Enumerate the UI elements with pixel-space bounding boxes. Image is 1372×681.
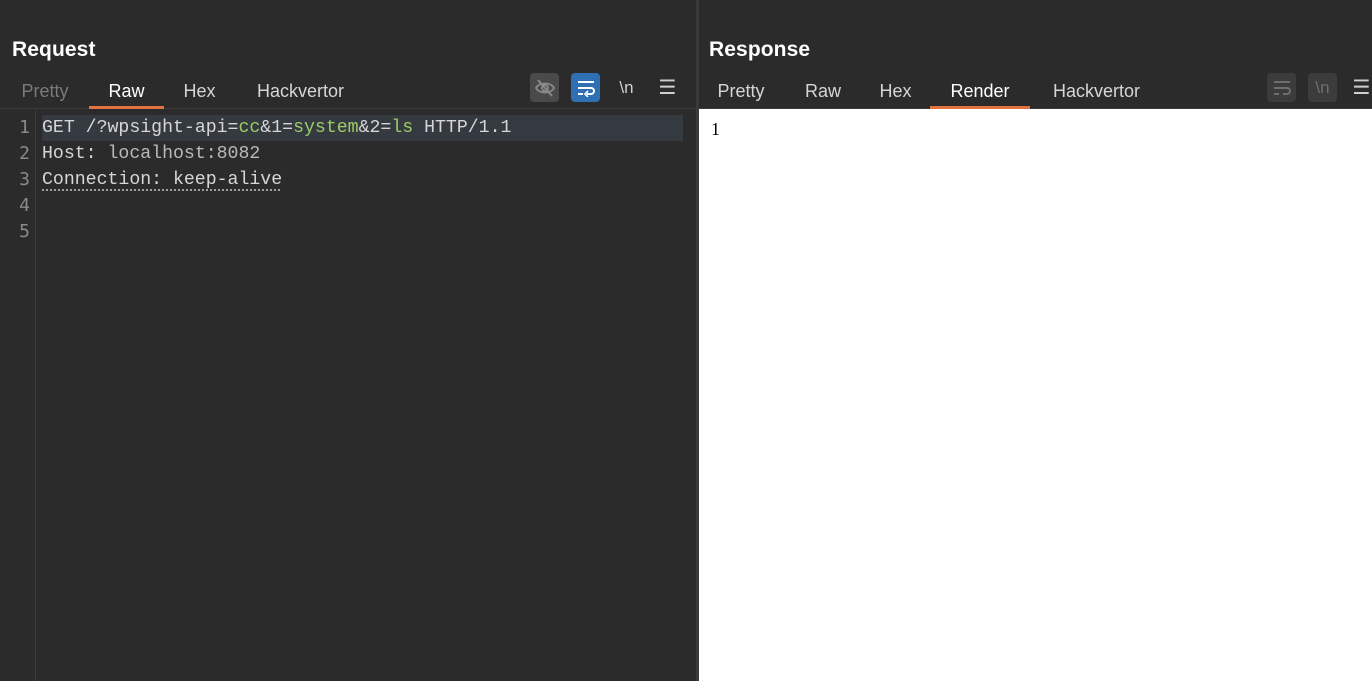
response-word-wrap-button[interactable] — [1267, 73, 1296, 102]
line-number: 1 — [19, 117, 30, 138]
request-line-3: Connection: keep-alive — [42, 167, 282, 193]
header-connection: Connection: keep-alive — [42, 170, 283, 190]
line-number: 5 — [19, 221, 30, 242]
request-tab-pretty[interactable]: Pretty — [19, 70, 71, 108]
param-separator: &2= — [358, 118, 392, 138]
word-wrap-icon — [1273, 80, 1291, 95]
eye-slash-icon — [534, 78, 555, 97]
burp-message-editor: Request Pretty Raw Hex Hackvertor \n ☰ 1… — [0, 0, 1372, 681]
response-pane: Response Pretty Raw Hex Render Hackverto… — [699, 0, 1372, 681]
word-wrap-icon — [577, 80, 595, 97]
request-tab-hex[interactable]: Hex — [182, 70, 217, 108]
response-title: Response — [709, 38, 811, 61]
request-tab-raw[interactable]: Raw — [89, 70, 164, 109]
show-newlines-button[interactable]: \n — [612, 73, 641, 102]
line-number: 2 — [19, 143, 30, 164]
response-tab-hex[interactable]: Hex — [878, 70, 913, 108]
hide-nonprintable-button[interactable] — [530, 73, 559, 102]
request-line-2: Host: localhost:8082 — [42, 141, 260, 167]
request-title: Request — [12, 38, 96, 61]
response-show-newlines-button[interactable]: \n — [1308, 73, 1337, 102]
response-tab-render[interactable]: Render — [930, 70, 1030, 109]
response-tab-pretty[interactable]: Pretty — [715, 70, 767, 108]
http-method: GET — [42, 118, 86, 138]
line-number-gutter: 1 2 3 4 5 — [0, 110, 36, 681]
request-editor[interactable]: 1 2 3 4 5 GET /?wpsight-api=cc&1=system&… — [0, 110, 696, 681]
response-menu-button[interactable]: ☰ — [1347, 73, 1372, 102]
header-name: Host: — [42, 144, 108, 164]
http-protocol: HTTP/1.1 — [413, 118, 512, 138]
rendered-output: 1 — [711, 119, 720, 139]
line-number: 3 — [19, 169, 30, 190]
param-value: system — [293, 118, 359, 138]
request-line-1: GET /?wpsight-api=cc&1=system&2=ls HTTP/… — [42, 115, 683, 141]
request-pane: Request Pretty Raw Hex Hackvertor \n ☰ 1… — [0, 0, 696, 681]
request-tab-hackvertor[interactable]: Hackvertor — [252, 70, 349, 108]
response-render-view[interactable]: 1 — [699, 109, 1372, 681]
param-value: ls — [391, 118, 414, 138]
response-tab-hackvertor[interactable]: Hackvertor — [1048, 70, 1145, 108]
word-wrap-button[interactable] — [571, 73, 600, 102]
header-value: localhost:8082 — [107, 144, 261, 164]
param-separator: &1= — [260, 118, 294, 138]
param-value: cc — [238, 118, 261, 138]
line-number: 4 — [19, 195, 30, 216]
request-path: /?wpsight-api= — [85, 118, 239, 138]
response-tab-raw[interactable]: Raw — [803, 70, 843, 108]
request-menu-button[interactable]: ☰ — [653, 73, 682, 102]
